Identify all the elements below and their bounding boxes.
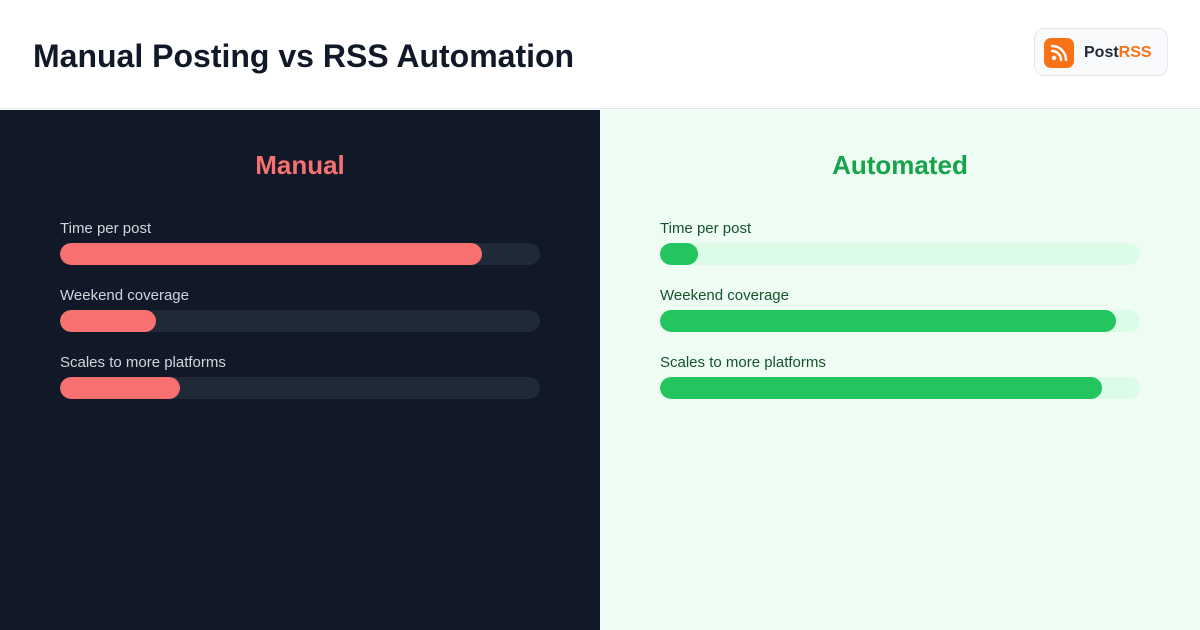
manual-metric-time-per-post: Time per post bbox=[60, 220, 540, 272]
metric-label: Scales to more platforms bbox=[60, 354, 226, 371]
bar-track bbox=[60, 243, 540, 265]
auto-metric-scales: Scales to more platforms bbox=[660, 354, 1140, 406]
manual-panel: Manual Time per post Weekend coverage Sc… bbox=[0, 110, 600, 630]
bar-track bbox=[660, 310, 1140, 332]
metric-label: Weekend coverage bbox=[660, 287, 789, 304]
metric-label: Time per post bbox=[660, 220, 752, 237]
page-title: Manual Posting vs RSS Automation bbox=[33, 38, 575, 74]
bar-track bbox=[660, 377, 1140, 399]
bar-track bbox=[60, 377, 540, 399]
automated-panel: Automated Time per post Weekend coverage… bbox=[600, 110, 1200, 630]
bar-fill bbox=[660, 310, 1116, 332]
auto-metric-weekend-coverage: Weekend coverage bbox=[660, 287, 1140, 339]
metric-label: Time per post bbox=[60, 220, 152, 237]
brand-name-part2: RSS bbox=[1118, 44, 1152, 61]
bar-fill bbox=[60, 377, 180, 399]
brand-logo[interactable]: PostRSS bbox=[1034, 28, 1168, 76]
brand-name-part1: Post bbox=[1084, 44, 1119, 61]
automated-title: Automated bbox=[832, 150, 968, 180]
bar-track bbox=[60, 310, 540, 332]
metric-label: Scales to more platforms bbox=[660, 354, 826, 371]
bar-fill bbox=[60, 243, 482, 265]
bar-track bbox=[660, 243, 1140, 265]
manual-title: Manual bbox=[255, 150, 345, 180]
auto-metric-time-per-post: Time per post bbox=[660, 220, 1140, 272]
bar-fill bbox=[660, 377, 1102, 399]
metric-label: Weekend coverage bbox=[60, 287, 189, 304]
bar-fill bbox=[660, 243, 698, 265]
manual-metric-scales: Scales to more platforms bbox=[60, 354, 540, 406]
rss-icon bbox=[1044, 38, 1074, 68]
bar-fill bbox=[60, 310, 156, 332]
brand-name: PostRSS bbox=[1084, 43, 1152, 63]
manual-metric-weekend-coverage: Weekend coverage bbox=[60, 287, 540, 339]
header: Manual Posting vs RSS Automation PostRSS bbox=[0, 0, 1200, 109]
